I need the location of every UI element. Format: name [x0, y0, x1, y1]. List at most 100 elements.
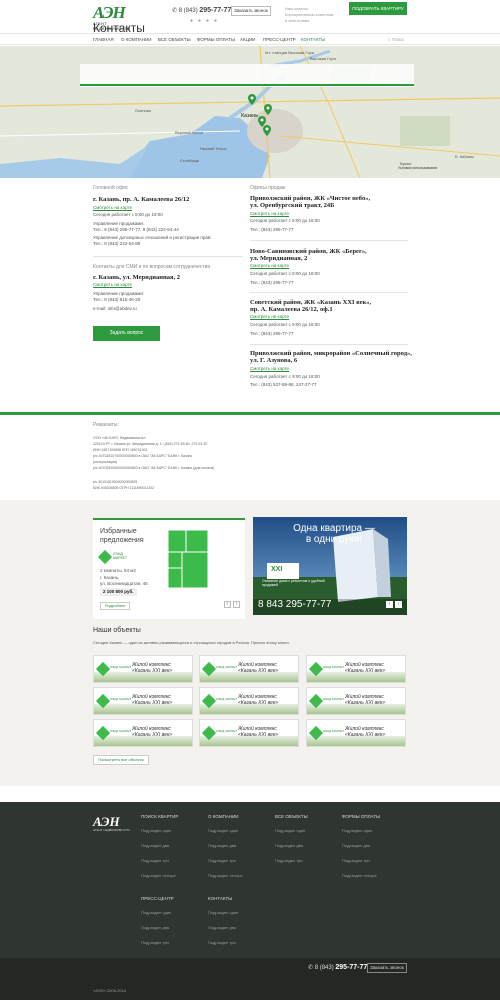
map-label: Осиново [135, 108, 152, 113]
all-objects-button[interactable]: Посмотреть все объекты [93, 755, 149, 765]
map-pin-icon[interactable] [263, 125, 271, 136]
footer-link[interactable]: Подраздел три [208, 940, 236, 945]
footer-link[interactable]: Подраздел один [208, 828, 238, 833]
top-links: Наш каталог Корпоративным клиентам и аге… [285, 6, 333, 24]
requisites-line: ИНН 1657100898 КПП 165701001 [93, 448, 148, 452]
office-map-link[interactable]: Смотреть на карте [250, 263, 289, 268]
instagram-icon[interactable]: ● [214, 18, 217, 24]
footer-link[interactable]: Подраздел один [275, 828, 305, 833]
footer-link[interactable]: Подраздел два [141, 843, 169, 848]
requisites-line: к/с 30101810000000000805 [93, 480, 138, 484]
object-tile[interactable]: ЛЭНД МАРКЕТ Жилой комплекс «Казань XXI век… [93, 655, 193, 683]
nav-item-objects[interactable]: Все объекты [158, 37, 191, 42]
carousel-next-button[interactable]: › [233, 601, 240, 608]
nav-item-promo[interactable]: Акции [240, 37, 255, 42]
footer-link[interactable]: Подраздел один [141, 828, 171, 833]
object-tile[interactable]: ЛЭНД МАРКЕТ Жилой комплекс «Казань XXI век… [306, 687, 406, 715]
ask-question-button[interactable]: Задать вопрос [93, 326, 160, 341]
map-label-kazan: Казань [241, 113, 259, 119]
footer-link[interactable]: Подраздел три [275, 858, 303, 863]
footer-link[interactable]: Подраздел один [342, 828, 372, 833]
nav-item-press[interactable]: Пресс-центр [263, 37, 296, 42]
map-pin-icon[interactable] [248, 94, 256, 105]
object-tile[interactable]: ЛЭНД МАРКЕТ Жилой комплекс «Казань XXI век… [306, 719, 406, 747]
object-tile[interactable]: ЛЭНД МАРКЕТ Жилой комплекс «Казань XXI век… [93, 719, 193, 747]
twitter-icon[interactable]: ● [206, 18, 209, 24]
footer-link[interactable]: Подраздел четыре [141, 873, 176, 878]
offer-city: г. Казань, [100, 575, 120, 580]
tile-line: «Казань XXI век» [345, 732, 386, 738]
footer-phone[interactable]: ✆ 8 (843) 295-77-77 [308, 964, 367, 971]
smi-map-link[interactable]: Смотреть на карте [93, 282, 132, 287]
footer-column-title[interactable]: Контакты [208, 896, 232, 901]
carousel-prev-button[interactable]: ‹ [224, 601, 231, 608]
floor-plan-image[interactable] [165, 528, 211, 592]
office-map-link[interactable]: Смотреть на карте [250, 366, 289, 371]
footer-link[interactable]: Подраздел два [275, 843, 303, 848]
tile-title: Жилой комплекс «Казань XXI век» [132, 662, 172, 674]
footer-link[interactable]: Подраздел два [208, 925, 236, 930]
footer-link[interactable]: Подраздел два [208, 843, 236, 848]
footer-callback-button[interactable]: Заказать звонок [367, 963, 407, 973]
object-tile[interactable]: ЛЭНД МАРКЕТ Жилой комплекс «Казань XXI век… [199, 719, 299, 747]
facebook-icon[interactable]: ● [198, 18, 201, 24]
nav-item-about[interactable]: О компании [121, 37, 152, 42]
promo-banner-line: Одна квартира — [293, 523, 375, 534]
footer-link[interactable]: Подраздел три [141, 940, 169, 945]
footer-link[interactable]: Подраздел один [208, 910, 238, 915]
tile-brand: ЛЭНД МАРКЕТ [216, 729, 238, 733]
featured-offers-title: Избранные предложения [100, 527, 144, 545]
footer-link[interactable]: Подраздел два [141, 925, 169, 930]
promo-banner-phone: 8 843 295-77-77 [258, 599, 332, 610]
footer-link[interactable]: Подраздел три [141, 858, 169, 863]
smi-line: e-mail: info@abdev.ru [93, 306, 137, 311]
promo-banner-brand: XXI [271, 566, 283, 573]
map-attribution[interactable]: Условия использования [398, 166, 437, 170]
tile-line: «Казань XXI век» [132, 700, 173, 706]
footer-link[interactable]: Подраздел четыре [208, 873, 243, 878]
contacts-map[interactable]: Высокая Гора пгт. станция Высокая Гора В… [0, 46, 500, 178]
footer-link[interactable]: Подраздел один [141, 910, 171, 915]
map-label: пгт. станция Высокая Гора [265, 50, 314, 55]
banner-next-button[interactable]: › [395, 601, 402, 608]
banner-prev-button[interactable]: ‹ [386, 601, 393, 608]
nav-item-payment[interactable]: Формы оплаты [197, 37, 235, 42]
head-office-map-link[interactable]: Смотреть на карте [93, 205, 132, 210]
footer-column-title[interactable]: Поиск квартир [141, 814, 178, 819]
offer-details-button[interactable]: Подробнее [100, 602, 130, 610]
map-pin-icon[interactable] [264, 104, 272, 115]
tile-brand: ЛЭНД МАРКЕТ [216, 665, 238, 669]
footer-logo-mark: АЭН [93, 814, 120, 829]
footer-link[interactable]: Подраздел четыре [342, 873, 377, 878]
top-link-agencies[interactable]: и агентствам [285, 18, 333, 24]
footer-column-title[interactable]: О компании [208, 814, 239, 819]
footer-column-title[interactable]: Формы оплаты [342, 814, 380, 819]
nav-item-home[interactable]: Главная [93, 37, 114, 42]
office-map-link[interactable]: Смотреть на карте [250, 314, 289, 319]
object-tile[interactable]: ЛЭНД МАРКЕТ Жилой комплекс «Казань XXI век… [306, 655, 406, 683]
smi-line: Тел.: 8 (843) 515-46-20 [93, 297, 141, 302]
object-tile[interactable]: ЛЭНД МАРКЕТ Жилой комплекс «Казань XXI век… [199, 655, 299, 683]
phone-icon: ✆ [308, 965, 314, 971]
footer-link[interactable]: Подраздел три [208, 858, 236, 863]
tile-title: Жилой комплекс «Казань XXI век» [132, 726, 172, 738]
callback-button[interactable]: Заказать звонок [231, 6, 271, 16]
footer-link[interactable]: Подраздел три [342, 858, 370, 863]
nav-search[interactable]: ⌕ Поиск [388, 37, 404, 42]
footer-column-title[interactable]: Все объекты [275, 814, 308, 819]
footer-link[interactable]: Подраздел два [342, 843, 370, 848]
nav-item-contacts[interactable]: Контакты [301, 37, 325, 42]
office-map-link[interactable]: Смотреть на карте [250, 211, 289, 216]
divider [93, 256, 243, 257]
logo-mark: АЭН [93, 3, 126, 22]
object-tile[interactable]: ЛЭНД МАРКЕТ Жилой комплекс «Казань XXI век… [93, 687, 193, 715]
footer-logo[interactable]: АЭН АГЕНТ НЕДВИЖИМОСТИ [93, 814, 130, 832]
objects-subtitle: Сегодня Казань — один из активно развива… [93, 640, 290, 645]
footer-column-title[interactable]: Пресс-центр [141, 896, 174, 901]
object-tile[interactable]: ЛЭНД МАРКЕТ Жилой комплекс «Казань XXI век… [199, 687, 299, 715]
office-phone: Тел.: (843) 295-77-77 [250, 280, 294, 285]
header-phone[interactable]: ✆ 8 (843) 295-77-77 [172, 7, 231, 14]
promo-banner-line: в одни руки! [305, 534, 363, 545]
pick-apartment-button[interactable]: ПОДОБРАТЬ КВАРТИРУ [349, 2, 407, 15]
vk-icon[interactable]: ● [190, 18, 193, 24]
